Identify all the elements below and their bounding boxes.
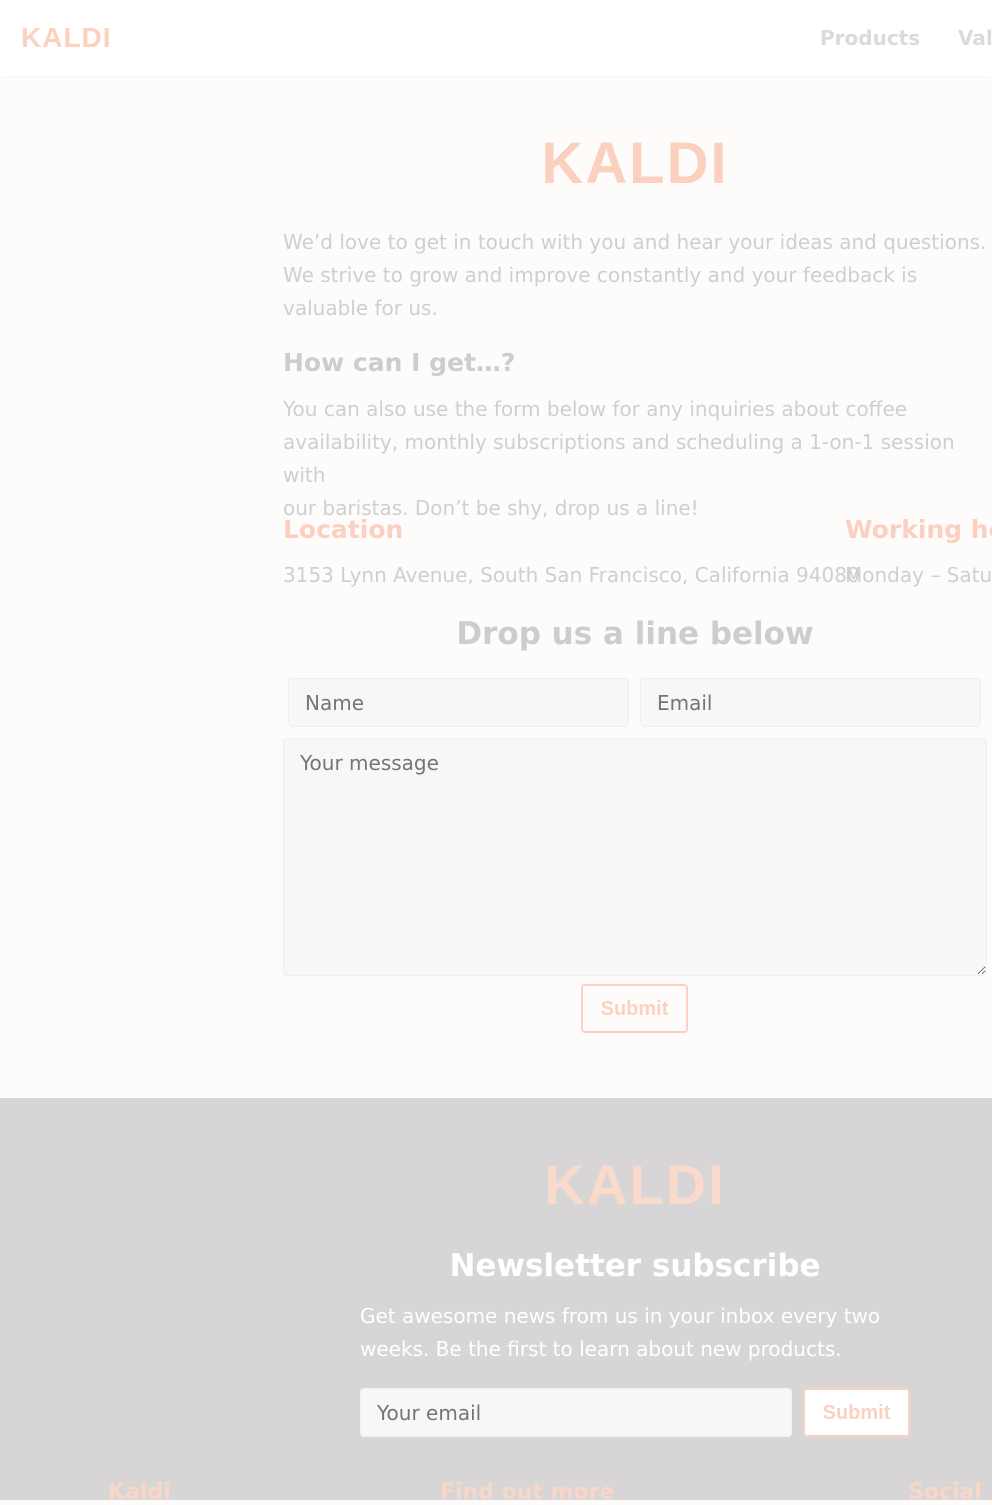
- nav-link-products[interactable]: Products: [820, 26, 920, 50]
- contact-submit-button[interactable]: Submit: [581, 984, 688, 1033]
- message-textarea[interactable]: [283, 738, 987, 976]
- faq-paragraph: You can also use the form below for any …: [283, 393, 992, 525]
- location-address: 3153 Lynn Avenue, South San Francisco, C…: [283, 563, 860, 587]
- email-input[interactable]: [640, 678, 981, 727]
- working-hours-heading: Working ho: [845, 515, 992, 544]
- name-input[interactable]: [288, 678, 629, 727]
- brand-logo[interactable]: KALDI: [21, 22, 112, 54]
- footer-column-find-out-more: Find out more: [440, 1480, 615, 1505]
- footer-column-social: Social: [908, 1480, 982, 1505]
- intro-line: We’d love to get in touch with you and h…: [283, 230, 987, 254]
- intro-paragraph: We’d love to get in touch with you and h…: [283, 226, 992, 325]
- newsletter-title: Newsletter subscribe: [449, 1248, 821, 1284]
- footer-column-kaldi: Kaldi: [108, 1480, 171, 1505]
- footer-logo: KALDI: [544, 1153, 726, 1216]
- newsletter-text: Get awesome news from us in your inbox e…: [360, 1300, 920, 1366]
- hero-logo: KALDI: [541, 131, 729, 196]
- newsletter-line: weeks. Be the first to learn about new p…: [360, 1337, 842, 1361]
- faq-heading: How can I get…?: [283, 348, 516, 377]
- working-hours-value: Monday – Satu: [845, 563, 992, 587]
- intro-line: We strive to grow and improve constantly…: [283, 263, 918, 287]
- newsletter-email-input[interactable]: [360, 1388, 792, 1437]
- location-heading: Location: [283, 515, 404, 544]
- intro-line: valuable for us.: [283, 296, 438, 320]
- top-navbar: KALDI Products Val: [0, 0, 992, 76]
- contact-form-title: Drop us a line below: [456, 616, 814, 652]
- newsletter-submit-button[interactable]: Submit: [803, 1388, 910, 1437]
- nav-link-values[interactable]: Val: [958, 26, 992, 50]
- footer: KALDI Newsletter subscribe Get awesome n…: [0, 1098, 992, 1505]
- newsletter-line: Get awesome news from us in your inbox e…: [360, 1304, 881, 1328]
- faq-line: You can also use the form below for any …: [283, 397, 908, 421]
- faq-line: availability, monthly subscriptions and …: [283, 430, 955, 487]
